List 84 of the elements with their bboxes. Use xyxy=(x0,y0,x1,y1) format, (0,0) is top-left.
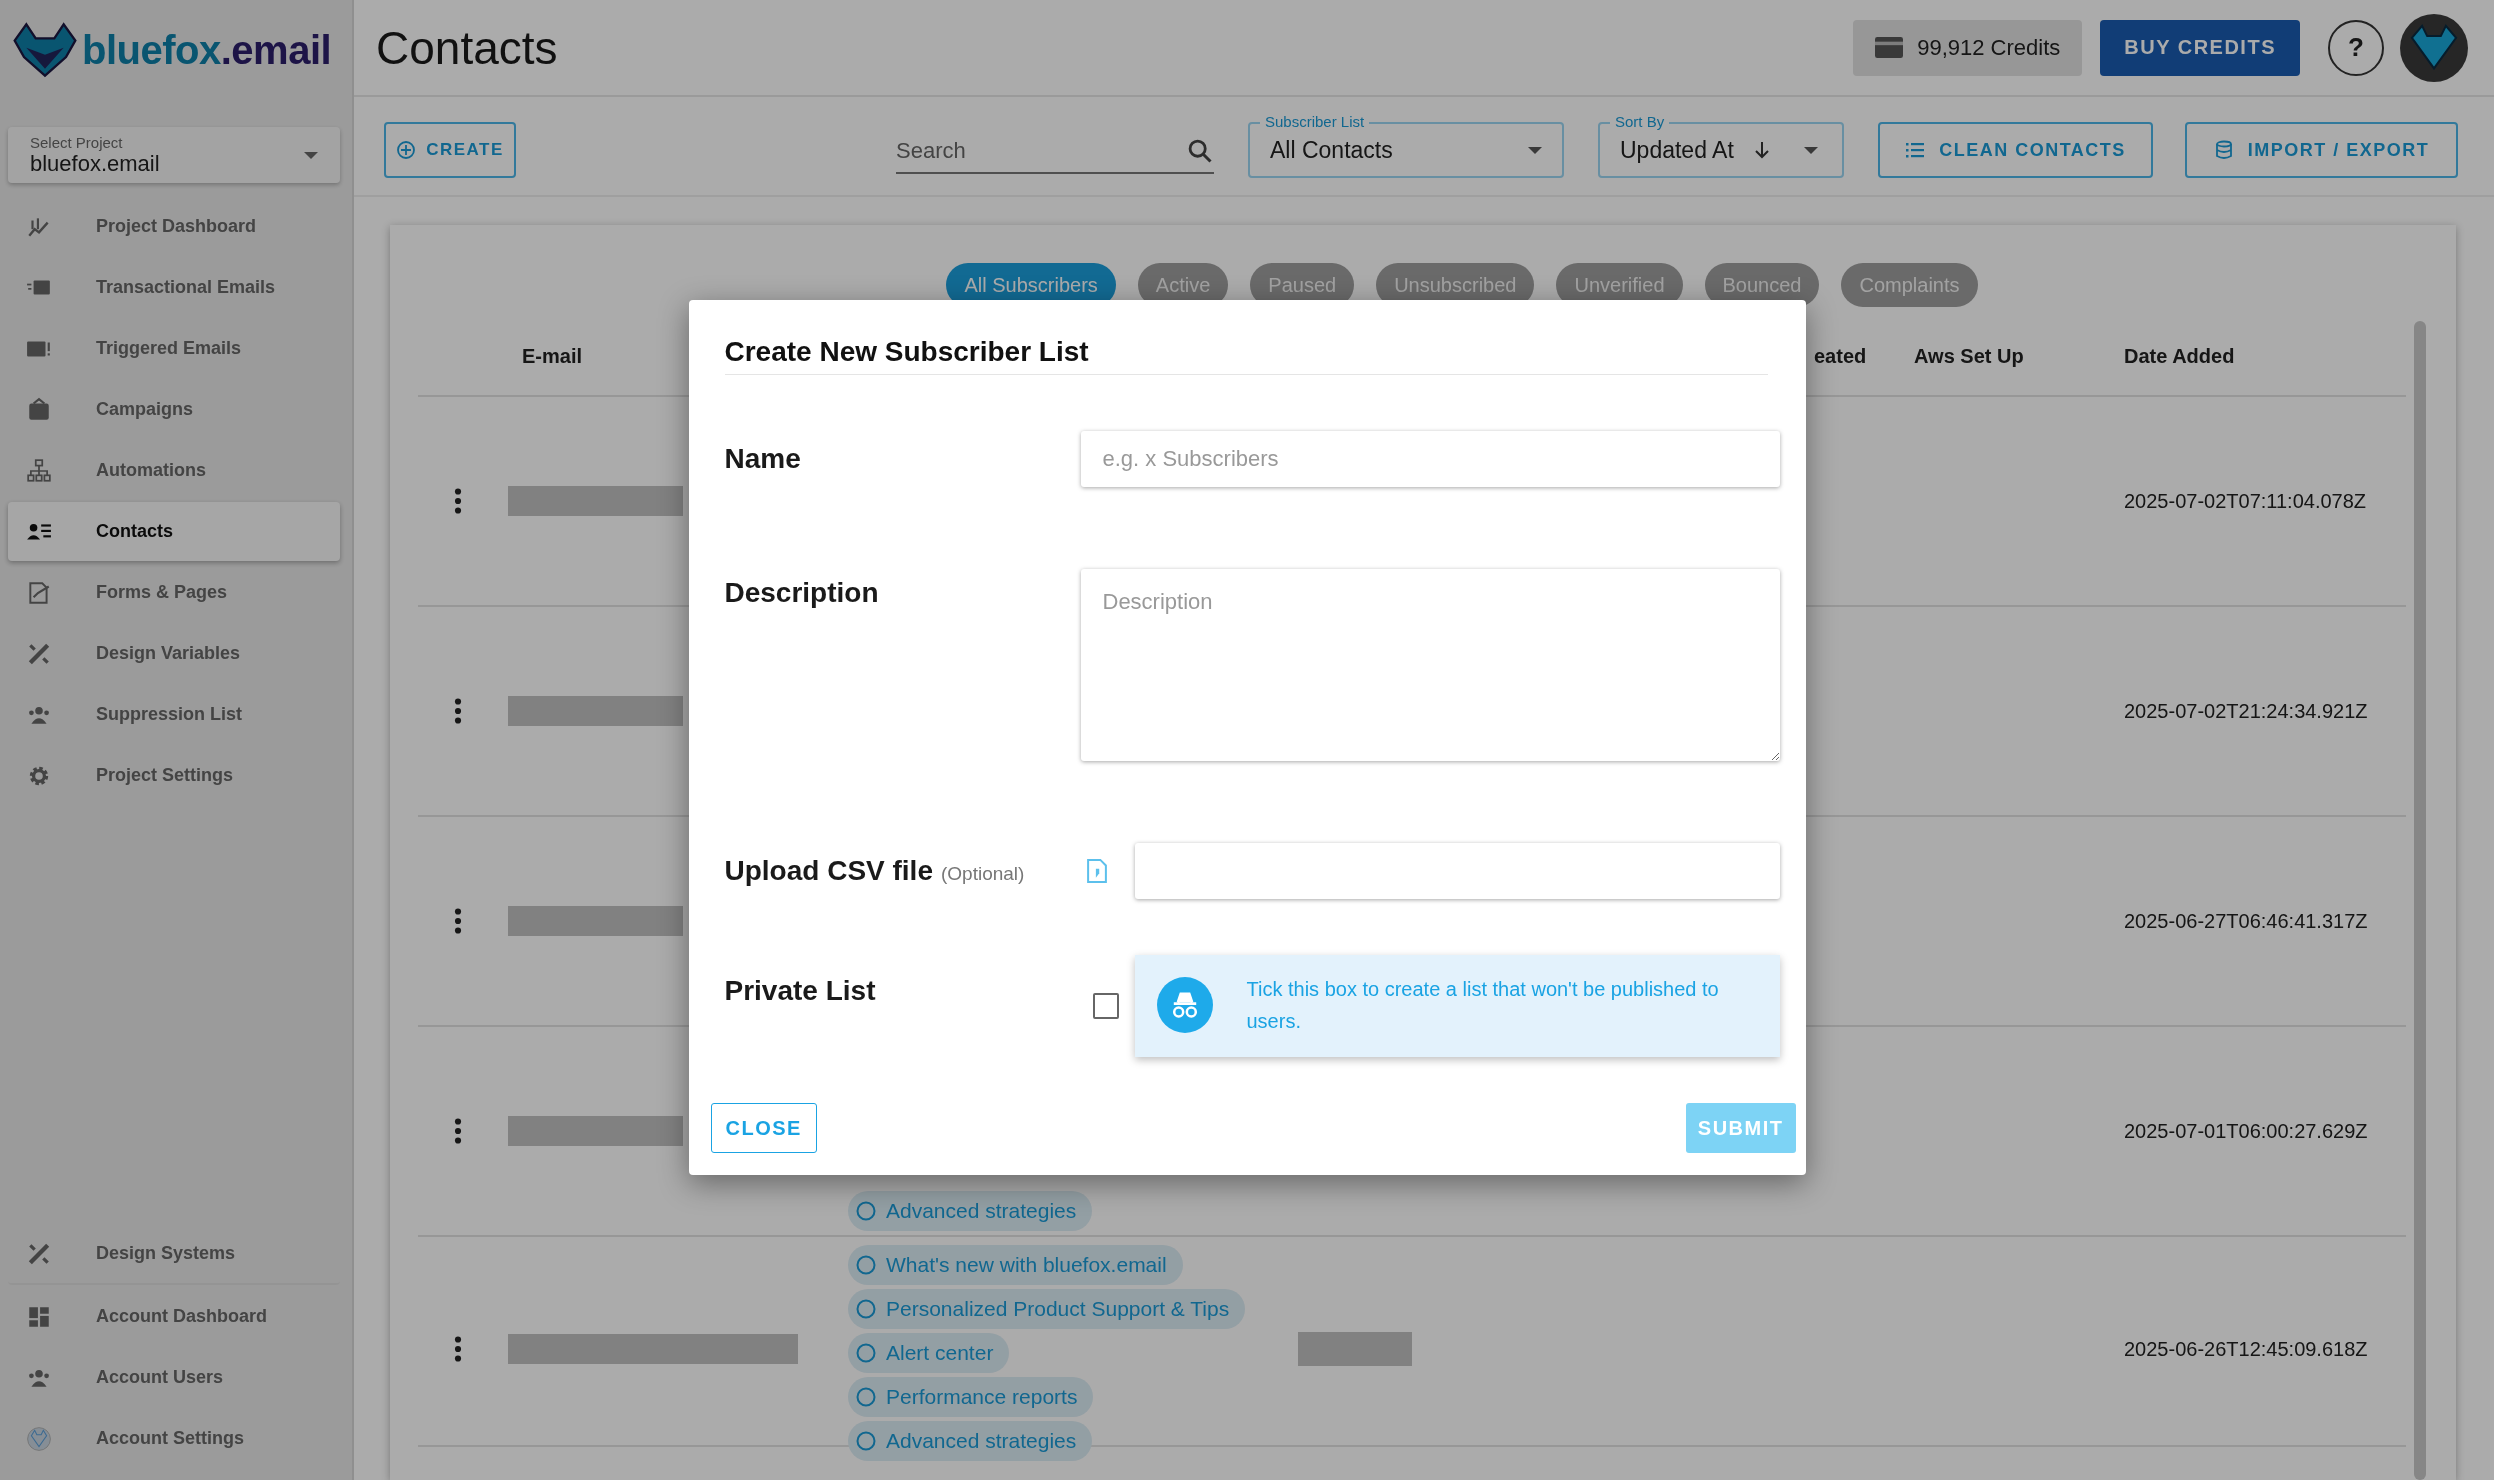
name-input[interactable]: e.g. x Subscribers xyxy=(1080,431,1780,487)
project-select[interactable]: Select Project bluefox.email xyxy=(8,127,340,183)
sidebar-item[interactable]: Forms & Pages xyxy=(8,563,340,622)
table-cell-text: 2025-06-26T12:45:09.618Z xyxy=(2123,1337,2369,1361)
credits-chip: 99,912 Credits xyxy=(1853,19,2083,76)
sidebar-item[interactable]: Account Users xyxy=(8,1348,340,1407)
database-icon xyxy=(2213,140,2234,160)
dialog-title: Create New Subscriber List xyxy=(724,300,1768,375)
radio-icon xyxy=(856,1387,876,1407)
list-chip[interactable]: Personalized Product Support & Tips xyxy=(848,1289,1246,1329)
radio-icon xyxy=(856,1343,876,1363)
incognito-icon xyxy=(1156,977,1213,1033)
more-options-icon[interactable] xyxy=(454,698,462,724)
radio-icon xyxy=(856,1299,876,1319)
hint-text: Tick this box to create a list that won't be published to users. xyxy=(1246,977,1720,1034)
list-name: Alert center xyxy=(886,1341,994,1365)
caret-icon xyxy=(304,151,318,159)
more-options-icon[interactable] xyxy=(454,908,462,934)
radio-icon xyxy=(856,1201,876,1221)
help-button[interactable]: ? xyxy=(2328,19,2384,76)
hierarchy-icon xyxy=(26,457,52,484)
checkbox[interactable] xyxy=(1092,993,1119,1019)
radio-icon xyxy=(856,1255,876,1275)
column-header: eated xyxy=(1813,344,1867,368)
sidebar-item[interactable]: Design Variables xyxy=(8,624,340,683)
caret-icon xyxy=(1528,146,1542,154)
fox-icon xyxy=(26,1425,52,1452)
column-header: Aws Set Up xyxy=(1913,344,2024,368)
list-name: Advanced strategies xyxy=(886,1199,1077,1223)
page-title: Contacts xyxy=(376,20,559,75)
search-field[interactable]: Search xyxy=(896,130,1214,174)
search-icon xyxy=(1186,137,1214,165)
form-icon xyxy=(26,579,52,606)
list-name: What's new with bluefox.email xyxy=(886,1253,1167,1277)
list-chip[interactable]: Advanced strategies xyxy=(848,1191,1093,1231)
list-icon xyxy=(1905,140,1926,160)
table-cell-text: 2025-07-02T07:11:04.078Z xyxy=(2123,489,2368,513)
import-export-button[interactable]: IMPORT / EXPORT xyxy=(2185,122,2458,178)
sidebar-item[interactable]: Transactional Emails xyxy=(8,258,340,317)
logo-text: bluefox.email xyxy=(82,27,332,73)
create-button[interactable]: CREATE xyxy=(384,122,516,178)
list-name: Performance reports xyxy=(886,1385,1078,1409)
credit-card-icon xyxy=(1875,37,1904,58)
sidebar-item[interactable]: Campaigns xyxy=(8,380,340,439)
table-cell-text: 2025-07-02T21:24:34.921Z xyxy=(2123,699,2369,723)
sidebar-item[interactable]: Project Settings xyxy=(8,746,340,805)
arrow-down-icon xyxy=(1753,141,1770,159)
scrollbar[interactable] xyxy=(2414,321,2426,1480)
plus-circle-icon xyxy=(396,140,417,160)
list-name: Advanced strategies xyxy=(886,1429,1077,1453)
list-name: Personalized Product Support & Tips xyxy=(886,1297,1230,1321)
caret-icon xyxy=(1803,146,1818,154)
field-label: Upload CSV file xyxy=(724,855,933,887)
sidebar-item[interactable]: Triggered Emails xyxy=(8,319,340,378)
optional-note: (Optional) xyxy=(940,863,1025,885)
list-chip[interactable]: Alert center xyxy=(848,1333,1010,1373)
field-label: Description xyxy=(724,577,879,609)
sidebar-item[interactable]: Account Settings xyxy=(8,1409,340,1468)
filter-chip[interactable]: Complaints xyxy=(1841,263,1978,307)
sidebar-item[interactable]: Design Systems xyxy=(8,1224,340,1285)
sidebar-item[interactable]: Automations xyxy=(8,441,340,500)
field-label: Private List xyxy=(724,975,876,1007)
column-header: Date Added xyxy=(2123,344,2235,368)
buy-credits-button[interactable]: BUY CREDITS xyxy=(2100,19,2300,76)
more-options-icon[interactable] xyxy=(454,1118,462,1144)
avatar[interactable] xyxy=(2400,13,2468,82)
table-cell-text: 2025-07-01T06:00:27.629Z xyxy=(2123,1119,2369,1143)
field-label: Name xyxy=(724,443,801,475)
sidebar-item[interactable]: Account Dashboard xyxy=(8,1287,340,1346)
table-cell-text: 2025-06-27T06:46:41.317Z xyxy=(2123,909,2369,933)
clean-contacts-button[interactable]: CLEAN CONTACTS xyxy=(1878,122,2153,178)
list-chip[interactable]: Advanced strategies xyxy=(848,1421,1093,1461)
fox-logo-icon xyxy=(10,22,80,78)
more-options-icon[interactable] xyxy=(454,488,462,514)
more-options-icon[interactable] xyxy=(454,1336,462,1362)
radio-icon xyxy=(856,1431,876,1451)
sidebar-item[interactable]: Contacts xyxy=(8,502,340,561)
sidebar-item[interactable]: Suppression List xyxy=(8,685,340,744)
sidebar-item[interactable]: Project Dashboard xyxy=(8,197,340,256)
list-chip[interactable]: What's new with bluefox.email xyxy=(848,1245,1183,1285)
close-button[interactable]: CLOSE xyxy=(710,1103,817,1153)
list-chip[interactable]: Performance reports xyxy=(848,1377,1094,1417)
column-header: E-mail xyxy=(521,344,583,368)
description-input[interactable]: Description xyxy=(1080,569,1780,761)
